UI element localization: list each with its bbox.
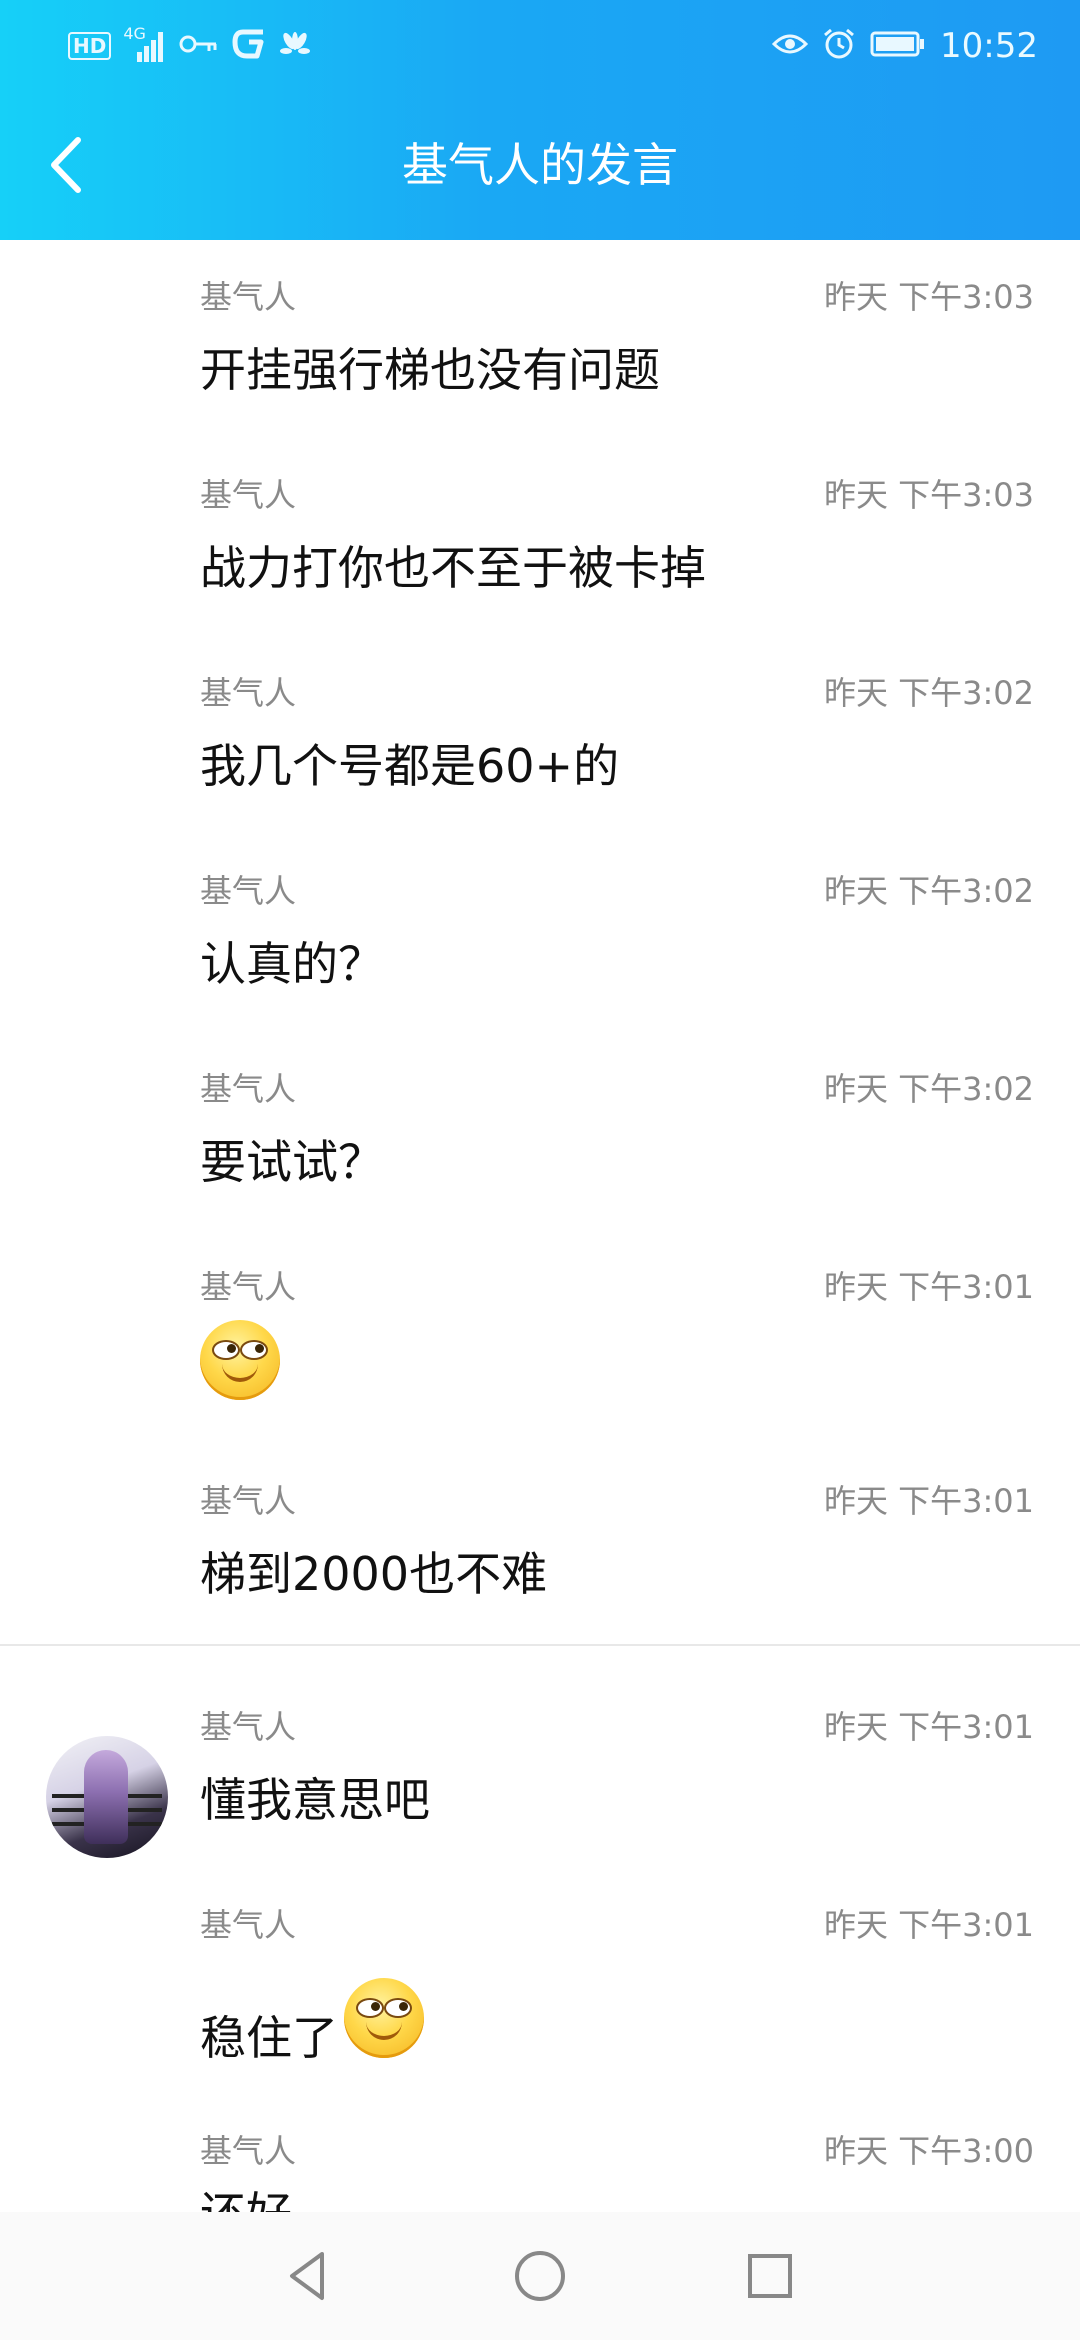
message-sender: 基气人 xyxy=(200,476,297,514)
nav-bar: 基气人的发言 xyxy=(0,100,1080,230)
message-list[interactable]: 基气人 昨天 下午3:03 开挂强行梯也没有问题 基气人 昨天 下午3:03 战… xyxy=(0,240,1080,2212)
message-sender: 基气人 xyxy=(200,2132,297,2170)
message-sender: 基气人 xyxy=(200,1708,297,1746)
group-divider xyxy=(0,1644,1080,1646)
nav-back-button[interactable] xyxy=(278,2246,338,2306)
page-title: 基气人的发言 xyxy=(402,138,678,192)
message-sender: 基气人 xyxy=(200,1906,297,1944)
message-emoji xyxy=(200,1320,280,1400)
message-time: 昨天 下午3:03 xyxy=(823,278,1034,316)
message-sender: 基气人 xyxy=(200,278,297,316)
message-time: 昨天 下午3:01 xyxy=(823,1482,1034,1520)
nav-home-button[interactable] xyxy=(510,2246,570,2306)
message-sender: 基气人 xyxy=(200,674,297,712)
message-time: 昨天 下午3:01 xyxy=(823,1906,1034,1944)
triangle-back-icon xyxy=(290,2252,324,2300)
status-time: 10:52 xyxy=(940,26,1038,66)
nav-recents-button[interactable] xyxy=(740,2246,800,2306)
message-text: 要试试？ xyxy=(200,1135,384,1189)
message-text: 认真的？ xyxy=(200,937,384,991)
hd-badge: HD xyxy=(68,32,112,60)
message-text: 懂我意思吧 xyxy=(200,1773,430,1827)
status-bar: HD 4G 10:52 xyxy=(0,0,1080,92)
status-right: 10:52 xyxy=(771,24,1038,68)
message-time: 昨天 下午3:01 xyxy=(823,1268,1034,1306)
huawei-icon xyxy=(279,31,311,61)
message-text-with-emoji: 稳住了 xyxy=(200,1966,424,2070)
message-time: 昨天 下午3:01 xyxy=(823,1708,1034,1746)
square-recents-icon xyxy=(748,2254,792,2298)
message-text: 稳住了 xyxy=(200,2011,338,2065)
circle-home-icon xyxy=(515,2251,565,2301)
smirk-emoji-icon xyxy=(344,1978,424,2058)
message-text: 梯到2000也不难 xyxy=(200,1547,548,1601)
smirk-emoji-icon xyxy=(200,1320,280,1400)
message-time: 昨天 下午3:02 xyxy=(823,1070,1034,1108)
message-text: 还好 xyxy=(200,2182,292,2212)
message-time: 昨天 下午3:02 xyxy=(823,872,1034,910)
battery-icon xyxy=(870,30,926,62)
message-time: 昨天 下午3:00 xyxy=(823,2132,1034,2170)
message-sender: 基气人 xyxy=(200,872,297,910)
g-app-icon xyxy=(231,28,267,64)
message-sender: 基气人 xyxy=(200,1070,297,1108)
message-sender: 基气人 xyxy=(200,1482,297,1520)
system-nav-bar xyxy=(0,2212,1080,2340)
alarm-icon xyxy=(822,27,856,65)
message-time: 昨天 下午3:02 xyxy=(823,674,1034,712)
signal-icon: 4G xyxy=(123,24,167,64)
message-text: 开挂强行梯也没有问题 xyxy=(200,343,660,397)
message-time: 昨天 下午3:03 xyxy=(823,476,1034,514)
eye-icon xyxy=(771,30,809,62)
message-text: 战力打你也不至于被卡掉 xyxy=(200,541,706,595)
app-header: HD 4G 10:52 基气人的发言 xyxy=(0,0,1080,240)
key-icon xyxy=(179,29,219,63)
message-sender: 基气人 xyxy=(200,1268,297,1306)
message-text: 我几个号都是60+的 xyxy=(200,739,620,793)
avatar[interactable] xyxy=(46,1736,168,1858)
status-left: HD 4G xyxy=(68,24,311,68)
